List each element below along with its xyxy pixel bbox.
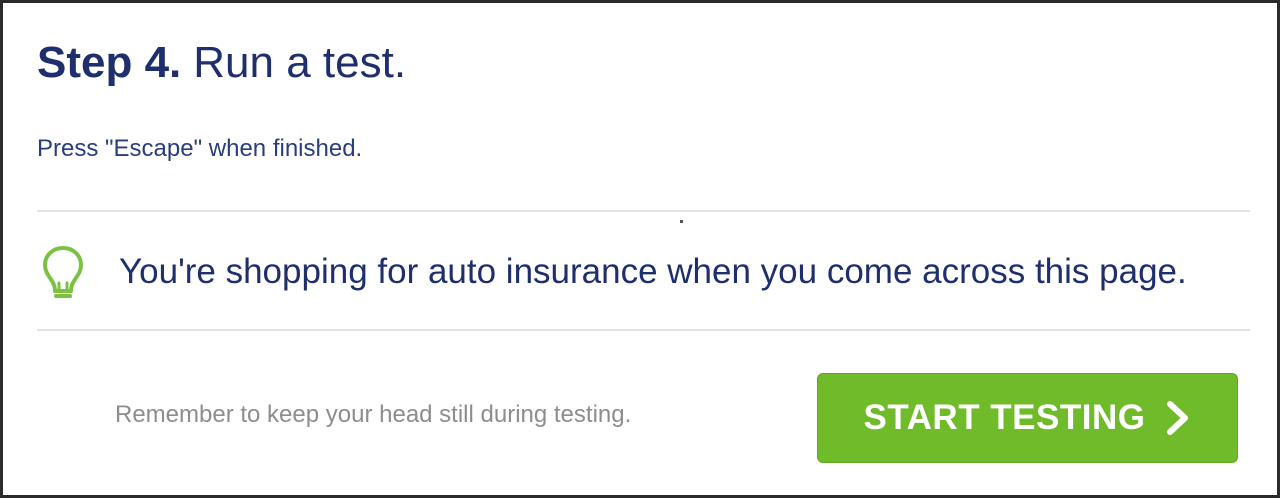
step-title: Run a test. <box>193 38 407 87</box>
stray-dot <box>680 220 683 223</box>
divider-top <box>37 210 1250 212</box>
escape-instruction: Press "Escape" when finished. <box>37 135 363 162</box>
step-number: Step 4. <box>37 38 182 87</box>
scenario-text: You're shopping for auto insurance when … <box>119 252 1187 291</box>
head-still-reminder: Remember to keep your head still during … <box>115 401 632 428</box>
test-step-panel: Step 4. Run a test. Press "Escape" when f… <box>0 0 1280 498</box>
lightbulb-icon <box>43 246 83 298</box>
chevron-right-icon <box>1167 401 1189 435</box>
start-testing-button[interactable]: START TESTING <box>817 373 1238 463</box>
page-title: Step 4. Run a test. <box>37 35 406 91</box>
divider-bottom <box>37 329 1250 331</box>
start-testing-label: START TESTING <box>863 398 1146 437</box>
